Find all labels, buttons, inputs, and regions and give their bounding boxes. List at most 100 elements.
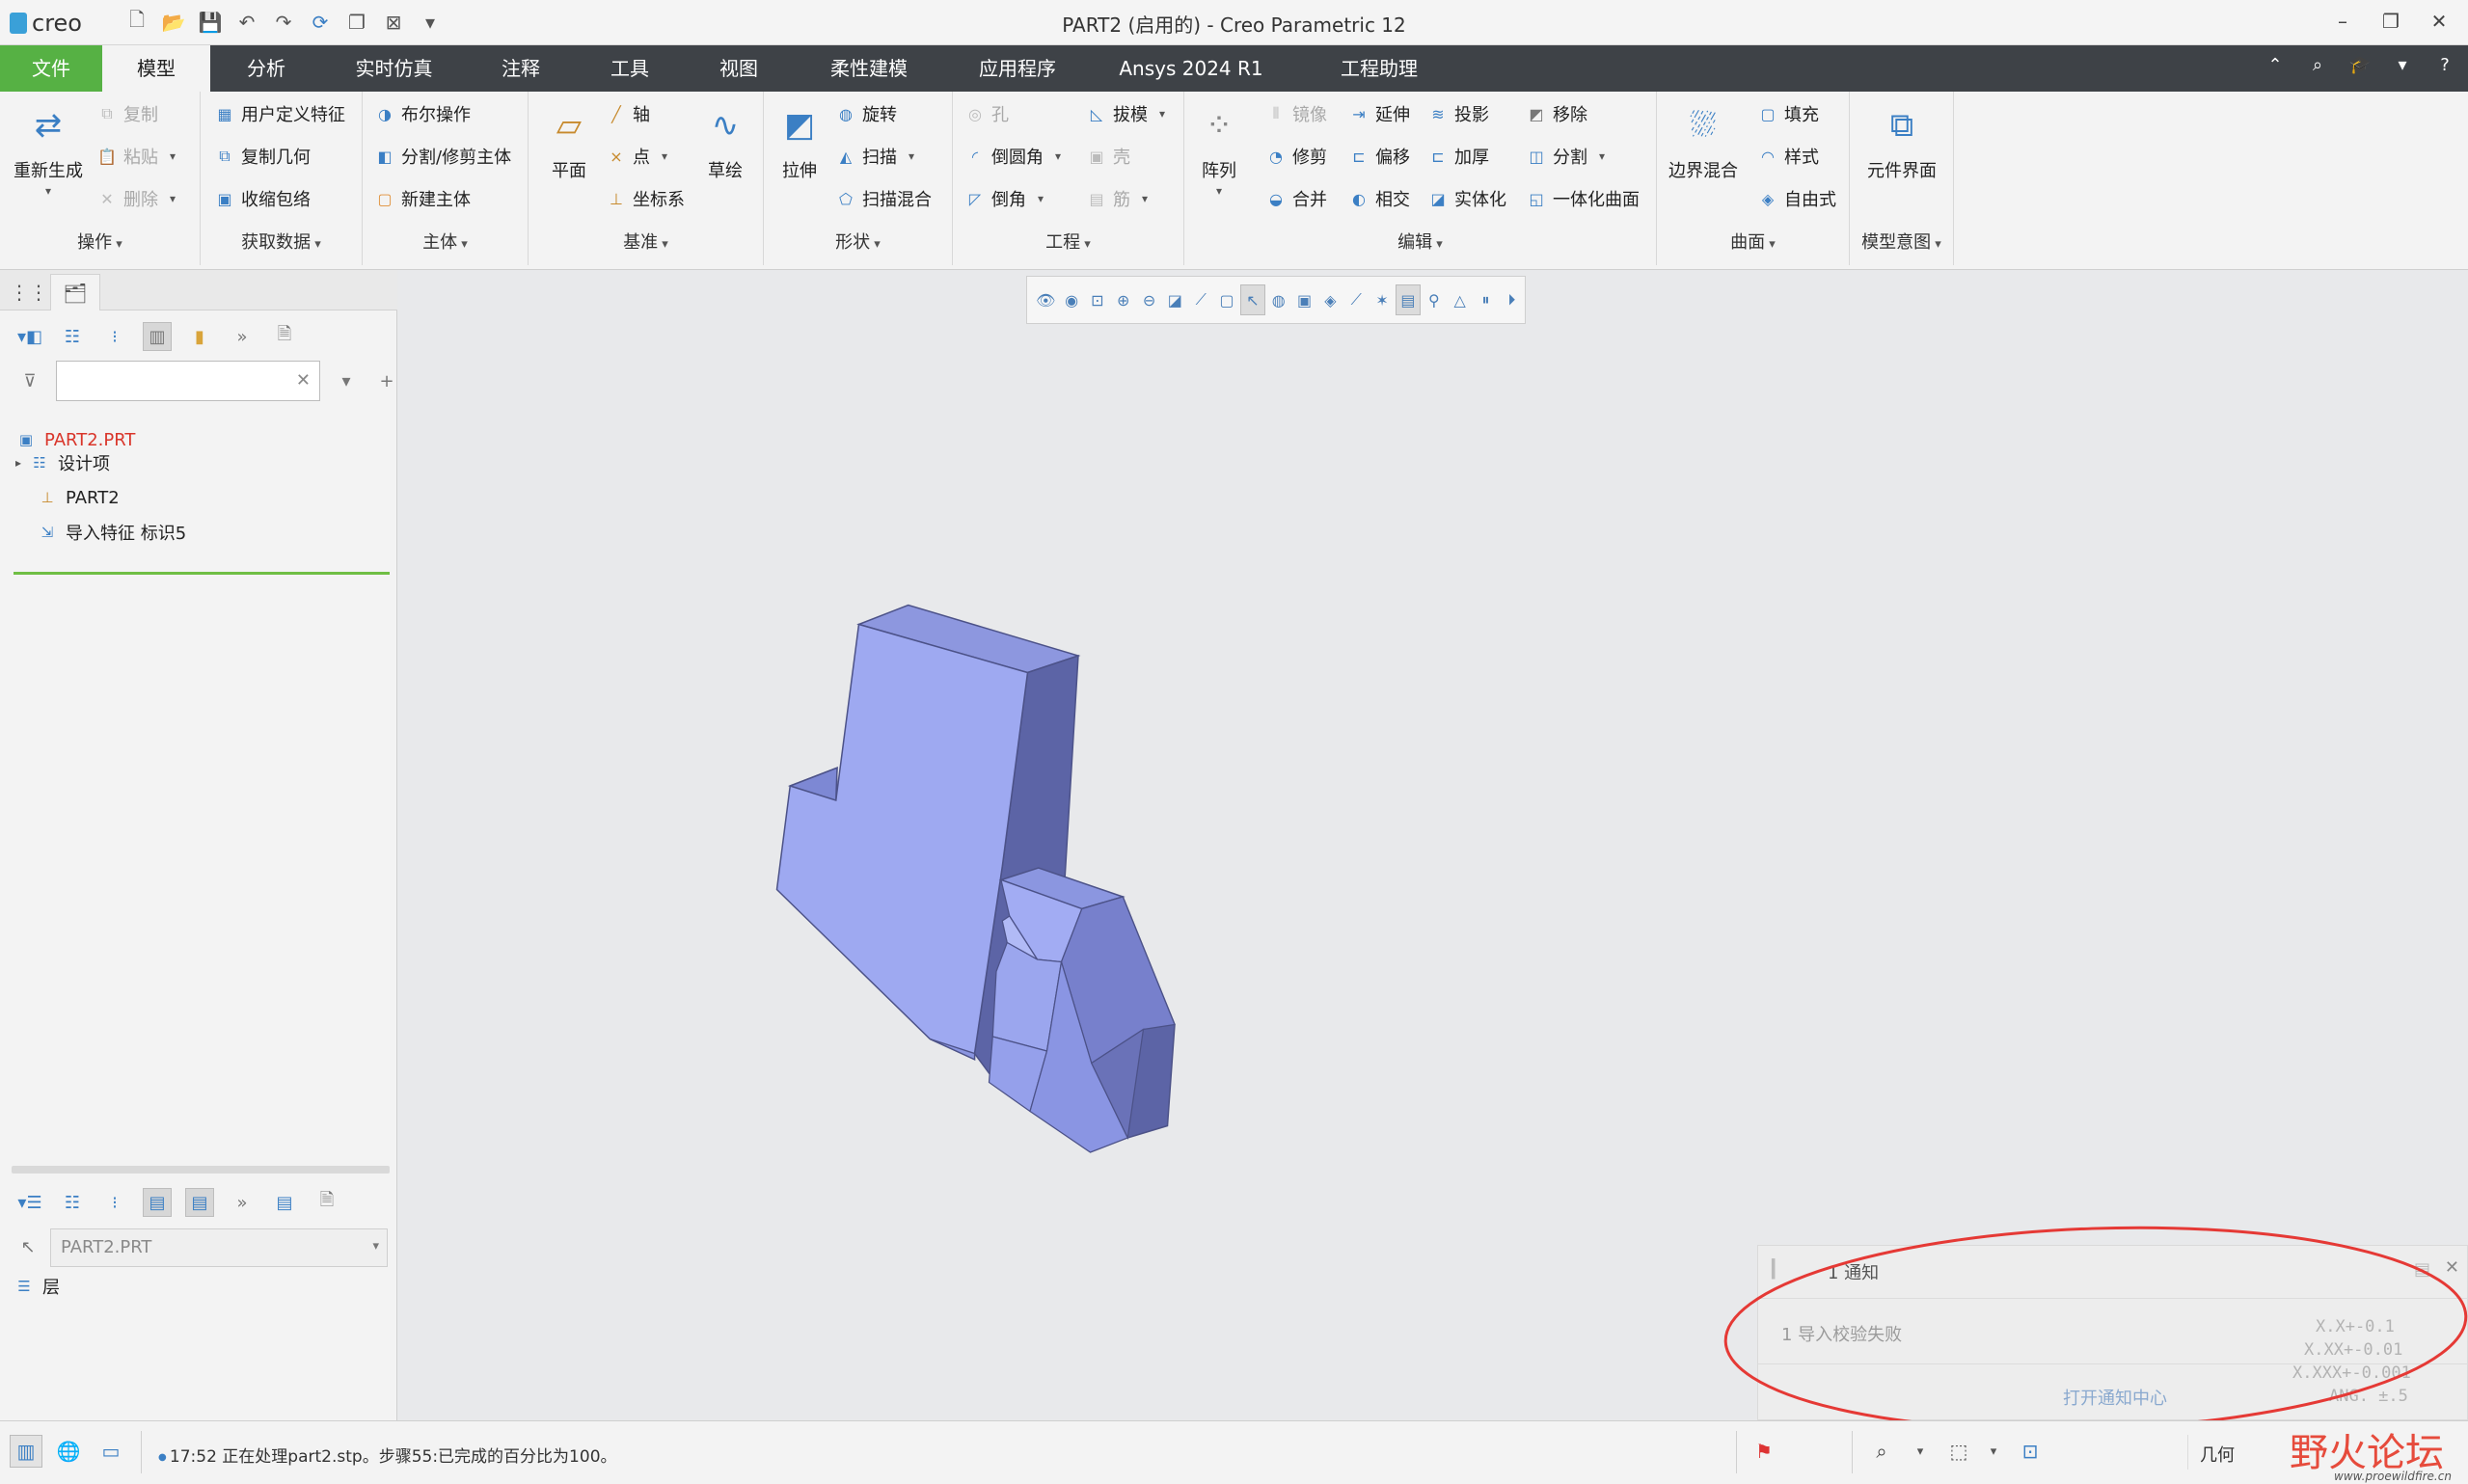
layer-settings-icon[interactable]: ☷ (58, 1188, 87, 1217)
model-tree-menu-icon[interactable]: ▾◧ (15, 322, 44, 351)
csys-button[interactable]: ⊥ 坐标系 (606, 184, 685, 213)
plane-button[interactable]: ▱ 平面 (534, 101, 604, 182)
extrude-button[interactable]: ◩ 拉伸 (770, 101, 829, 182)
dropdown-icon[interactable]: ▾ (2391, 55, 2414, 75)
layer-details-icon[interactable]: 🗎 (312, 1188, 341, 1217)
group-label-shapes[interactable]: 形状 (764, 229, 952, 254)
swept-blend-button[interactable]: ⬠ 扫描混合 (835, 184, 932, 213)
group-label-surfaces[interactable]: 曲面 (1657, 229, 1849, 254)
group-label-operations[interactable]: 操作 (0, 229, 200, 254)
tab-engineering-assistant[interactable]: 工程助理 (1316, 45, 1442, 92)
selection-filter-icon[interactable]: ⊡ (2014, 1435, 2047, 1468)
layer-model-select[interactable]: PART2.PRT ▾ (50, 1228, 388, 1267)
save-icon[interactable]: 💾 (197, 9, 224, 36)
solidify-button[interactable]: ◪ 实体化 (1427, 184, 1506, 213)
tab-annotate[interactable]: 注释 (473, 45, 569, 92)
mirror-button[interactable]: ⫴ 镜像 (1265, 99, 1327, 128)
axis-button[interactable]: ╱ 轴 (606, 99, 650, 128)
close-icon[interactable]: ✕ (2426, 8, 2453, 35)
tree-filter-icon[interactable]: ⁝ (100, 322, 129, 351)
collapse-ribbon-icon[interactable]: ⌃ (2264, 55, 2287, 75)
restore-icon[interactable]: ❐ (2377, 8, 2404, 35)
undo-icon[interactable]: ↶ (233, 9, 260, 36)
udf-button[interactable]: ▦ 用户定义特征 (214, 99, 345, 128)
draft-button[interactable]: ◺ 拔模 ▾ (1086, 99, 1165, 128)
regenerate-button[interactable]: ⇄ 重新生成 ▾ (10, 101, 87, 198)
layer-filter-icon[interactable]: ⁝ (100, 1188, 129, 1217)
group-label-body[interactable]: 主体 (363, 229, 528, 254)
revolve-button[interactable]: ◍ 旋转 (835, 99, 897, 128)
round-button[interactable]: ◜ 倒圆角 ▾ (964, 142, 1061, 171)
chamfer-button[interactable]: ◸ 倒角 ▾ (964, 184, 1044, 213)
group-label-get-data[interactable]: 获取数据 (201, 229, 362, 254)
group-label-engineering[interactable]: 工程 (953, 229, 1183, 254)
new-body-button[interactable]: ▢ 新建主体 (374, 184, 471, 213)
model-tree-tab-icon[interactable]: ⋮⋮ (4, 274, 54, 310)
delete-button[interactable]: ✕ 删除 ▾ (96, 184, 176, 213)
rib-button[interactable]: ▤ 筋 ▾ (1086, 184, 1148, 213)
filter-icon[interactable]: ⊽ (15, 366, 44, 395)
tree-settings-icon[interactable]: ☷ (58, 322, 87, 351)
hole-button[interactable]: ◎ 孔 (964, 99, 1009, 128)
close-window-icon[interactable]: ⊠ (380, 9, 407, 36)
tab-file[interactable]: 文件 (0, 45, 102, 92)
tab-applications[interactable]: 应用程序 (960, 45, 1075, 92)
intersect-button[interactable]: ◐ 相交 (1348, 184, 1410, 213)
paste-button[interactable]: 📋 粘贴 ▾ (96, 142, 176, 171)
freestyle-button[interactable]: ◈ 自由式 (1757, 184, 1836, 213)
extend-button[interactable]: ⇥ 延伸 (1348, 99, 1410, 128)
tree-details-icon[interactable]: 🗎 (270, 322, 299, 351)
solid-body-secondary[interactable] (988, 867, 1176, 1153)
tree-item-import-feature[interactable]: ⇲ 导入特征 标识5 (37, 517, 186, 548)
find-dropdown-icon[interactable]: ▾ (1904, 1435, 1937, 1468)
unify-surface-button[interactable]: ◱ 一体化曲面 (1526, 184, 1640, 213)
switch-window-icon[interactable]: ❐ (343, 9, 370, 36)
thicken-button[interactable]: ⊏ 加厚 (1427, 142, 1489, 171)
layer-menu-icon[interactable]: ▾☰ (15, 1188, 44, 1217)
merge-button[interactable]: ◒ 合并 (1265, 184, 1327, 213)
expand-icon[interactable]: ▸ (15, 456, 21, 470)
sweep-button[interactable]: ◭ 扫描 ▾ (835, 142, 914, 171)
project-button[interactable]: ≋ 投影 (1427, 99, 1489, 128)
sketch-button[interactable]: ∿ 草绘 (694, 101, 756, 182)
learning-icon[interactable]: 🎓 (2348, 55, 2372, 75)
clear-search-icon[interactable]: ✕ (296, 370, 311, 391)
more-icon[interactable]: » (228, 1188, 257, 1217)
component-interface-button[interactable]: ⧉ 元件界面 (1854, 101, 1950, 182)
panel-splitter[interactable] (12, 1166, 390, 1174)
folder-browser-tab-icon[interactable]: 🗂 (50, 274, 100, 310)
fill-button[interactable]: ▢ 填充 (1757, 99, 1819, 128)
tab-ansys[interactable]: Ansys 2024 R1 (1109, 45, 1273, 92)
group-label-editing[interactable]: 编辑 (1184, 229, 1656, 254)
shell-button[interactable]: ▣ 壳 (1086, 142, 1130, 171)
tab-live-simulation[interactable]: 实时仿真 (334, 45, 454, 92)
tree-insert-indicator[interactable] (14, 572, 390, 575)
select-cursor-icon[interactable]: ↖ (14, 1232, 42, 1261)
minimize-icon[interactable]: – (2329, 8, 2356, 35)
tree-item-design-items[interactable]: ▸ ☷ 设计项 (15, 447, 110, 478)
group-label-model-intent[interactable]: 模型意图 (1850, 229, 1953, 254)
new-icon[interactable]: 🗋 (123, 8, 150, 36)
box-select-icon[interactable]: ⬚ (1942, 1435, 1975, 1468)
style-button[interactable]: ◠ 样式 (1757, 142, 1819, 171)
browser-toggle-icon[interactable]: 🌐 (52, 1435, 85, 1468)
find-icon[interactable]: ⌕ (1865, 1435, 1898, 1468)
select-dropdown-icon[interactable]: ▾ (1977, 1435, 2010, 1468)
tab-view[interactable]: 视图 (691, 45, 787, 92)
full-screen-icon[interactable]: ▭ (95, 1435, 127, 1468)
layer-show-icon[interactable]: ▤ (143, 1188, 172, 1217)
boolean-button[interactable]: ◑ 布尔操作 (374, 99, 471, 128)
offset-button[interactable]: ⊏ 偏移 (1348, 142, 1410, 171)
search-dropdown-icon[interactable]: ▾ (332, 366, 361, 395)
navigator-toggle-icon[interactable]: ▥ (10, 1435, 42, 1468)
trim-button[interactable]: ◔ 修剪 (1265, 142, 1327, 171)
redo-icon[interactable]: ↷ (270, 9, 297, 36)
add-icon[interactable]: + (372, 366, 401, 395)
show-icon[interactable]: ▮ (185, 322, 214, 351)
point-button[interactable]: × 点 ▾ (606, 142, 667, 171)
remove-button[interactable]: ◩ 移除 (1526, 99, 1587, 128)
more-icon[interactable]: » (228, 322, 257, 351)
tab-tools[interactable]: 工具 (582, 45, 678, 92)
boundary-blend-button[interactable]: ⛆ 边界混合 (1661, 101, 1746, 182)
shrinkwrap-button[interactable]: ▣ 收缩包络 (214, 184, 311, 213)
